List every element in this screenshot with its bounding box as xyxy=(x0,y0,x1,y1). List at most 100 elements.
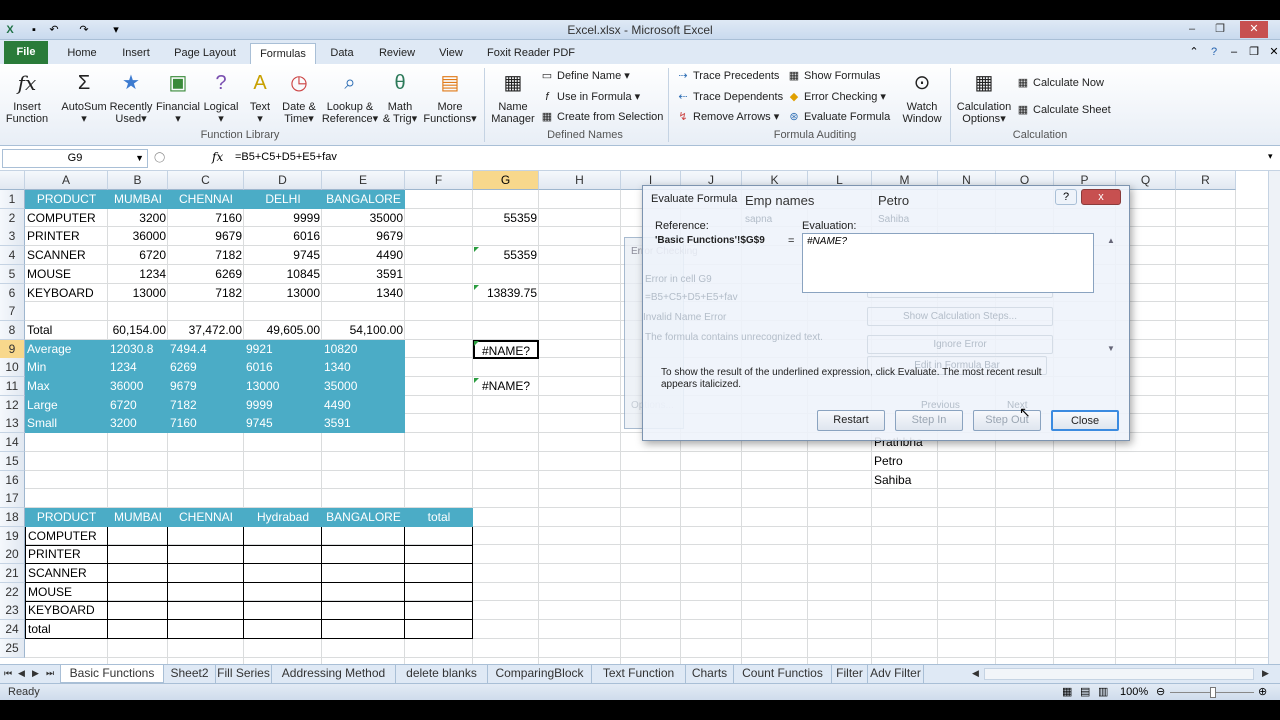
cell-g9-active[interactable]: #NAME? xyxy=(473,339,539,359)
zoom-slider-thumb[interactable] xyxy=(1210,687,1216,698)
table2-cell[interactable] xyxy=(405,620,473,640)
table1-data-cell[interactable]: 35000 xyxy=(322,209,405,228)
tab-insert[interactable]: Insert xyxy=(112,43,160,64)
dialog-close-x-button[interactable]: x xyxy=(1081,189,1121,205)
tab-scroll-right-icon[interactable]: ▶ xyxy=(1262,668,1269,679)
table2-cell[interactable] xyxy=(244,564,322,583)
first-sheet-icon[interactable]: ⏮ xyxy=(4,668,12,679)
table1-stat-cell[interactable]: 6269 xyxy=(168,358,244,378)
math-trig-button[interactable]: θ Math & Trig▾ xyxy=(380,68,420,125)
table1-data-cell[interactable]: KEYBOARD xyxy=(25,284,108,303)
zoom-in-icon[interactable]: ⊕ xyxy=(1258,685,1267,698)
table1-data-cell[interactable]: 7182 xyxy=(168,284,244,303)
table1-stat-cell[interactable]: 1234 xyxy=(108,358,168,378)
calculate-now-button[interactable]: ▦ Calculate Now xyxy=(1016,76,1104,90)
table2-cell[interactable] xyxy=(322,564,405,583)
page-layout-view-icon[interactable]: ▤ xyxy=(1080,685,1090,698)
table2-cell[interactable] xyxy=(322,545,405,565)
table1-stat-cell[interactable]: 36000 xyxy=(108,377,168,396)
column-header-f[interactable]: F xyxy=(405,171,473,190)
select-all-corner[interactable] xyxy=(0,171,25,190)
step-out-button[interactable]: Step Out xyxy=(973,410,1041,431)
cell-m15[interactable]: Petro xyxy=(872,452,938,471)
table2-cell[interactable] xyxy=(322,582,405,602)
table1-header-cell[interactable]: PRODUCT xyxy=(25,190,108,209)
table2-cell[interactable] xyxy=(108,545,168,565)
table1-stat-cell[interactable]: 7160 xyxy=(168,414,244,434)
name-box-dropdown-icon[interactable]: ▼ xyxy=(135,150,144,167)
restart-button[interactable]: Restart xyxy=(817,410,885,431)
table1-total-cell[interactable]: 54,100.00 xyxy=(322,321,405,340)
table1-total-cell[interactable]: 49,605.00 xyxy=(244,321,322,340)
table1-data-cell[interactable]: 3591 xyxy=(322,265,405,284)
more-functions-button[interactable]: ▤ More Functions▾ xyxy=(422,68,478,125)
formula-bar-drag-icon[interactable]: ◯ xyxy=(154,152,165,163)
formula-input[interactable]: =B5+C5+D5+E5+fav xyxy=(235,149,1265,168)
table1-stat-cell[interactable]: Large xyxy=(25,395,108,415)
restore-icon[interactable]: ❐ xyxy=(1206,21,1234,38)
evaluation-scroll-down-icon[interactable]: ▼ xyxy=(1107,344,1115,353)
calculate-sheet-button[interactable]: ▦ Calculate Sheet xyxy=(1016,103,1111,117)
row-header-5[interactable]: 5 xyxy=(0,264,25,284)
error-checking-button[interactable]: ◆ Error Checking ▾ xyxy=(787,90,886,104)
table1-stat-cell[interactable]: 9745 xyxy=(244,414,322,434)
sheet-tab-7[interactable]: Charts xyxy=(686,665,734,683)
table2-cell[interactable]: PRINTER xyxy=(25,545,108,565)
column-header-d[interactable]: D xyxy=(244,171,322,190)
table2-header-cell[interactable]: CHENNAI xyxy=(168,507,244,527)
table1-data-cell[interactable]: 3200 xyxy=(108,209,168,228)
window-close-icon[interactable]: ✕ xyxy=(1240,21,1268,38)
row-header-25[interactable]: 25 xyxy=(0,638,25,658)
table2-cell[interactable] xyxy=(405,526,473,546)
column-header-h[interactable]: H xyxy=(539,171,621,190)
table2-cell[interactable] xyxy=(322,620,405,640)
sheet-tab-0[interactable]: Basic Functions xyxy=(60,665,164,683)
column-header-b[interactable]: B xyxy=(108,171,168,190)
ribbon-minimize-icon[interactable]: ⌃ xyxy=(1186,44,1202,60)
row-header-2[interactable]: 2 xyxy=(0,208,25,228)
table2-cell[interactable] xyxy=(108,526,168,546)
tab-data[interactable]: Data xyxy=(322,43,362,64)
table2-header-cell[interactable]: total xyxy=(405,507,473,527)
table1-total-cell[interactable]: 60,154.00 xyxy=(108,321,168,340)
row-header-20[interactable]: 20 xyxy=(0,545,25,565)
table2-cell[interactable] xyxy=(405,601,473,621)
table1-data-cell[interactable]: SCANNER xyxy=(25,246,108,265)
table1-total-cell[interactable]: 37,472.00 xyxy=(168,321,244,340)
row-header-1[interactable]: 1 xyxy=(0,190,25,209)
table1-stat-cell[interactable]: 13000 xyxy=(244,377,322,396)
table1-stat-cell[interactable]: 10820 xyxy=(322,339,405,359)
row-header-12[interactable]: 12 xyxy=(0,395,25,415)
table1-stat-cell[interactable]: 6016 xyxy=(244,358,322,378)
trace-dependents-button[interactable]: ⇠ Trace Dependents xyxy=(676,90,783,104)
cell-g4[interactable]: 55359 xyxy=(473,246,539,265)
financial-button[interactable]: ▣ Financial ▾ xyxy=(154,68,202,125)
column-header-g[interactable]: G xyxy=(473,171,539,190)
table2-cell[interactable] xyxy=(108,582,168,602)
sheet-tab-4[interactable]: delete blanks xyxy=(396,665,488,683)
tab-formulas[interactable]: Formulas xyxy=(250,43,316,64)
row-header-13[interactable]: 13 xyxy=(0,414,25,434)
tab-home[interactable]: Home xyxy=(58,43,106,64)
table2-cell[interactable] xyxy=(405,582,473,602)
row-header-19[interactable]: 19 xyxy=(0,526,25,546)
table1-header-cell[interactable]: CHENNAI xyxy=(168,190,244,209)
table1-header-cell[interactable]: BANGALORE xyxy=(322,190,405,209)
table2-header-cell[interactable]: MUMBAI xyxy=(108,507,168,527)
row-header-4[interactable]: 4 xyxy=(0,246,25,266)
cell-m16[interactable]: Sahiba xyxy=(872,471,938,490)
date-time-button[interactable]: ◷ Date & Time▾ xyxy=(278,68,320,125)
table1-data-cell[interactable]: 6016 xyxy=(244,227,322,246)
table2-cell[interactable] xyxy=(244,620,322,640)
table1-stat-cell[interactable]: 12030.8 xyxy=(108,339,168,359)
watch-window-button[interactable]: ⊙ Watch Window xyxy=(898,68,946,125)
row-header-24[interactable]: 24 xyxy=(0,620,25,640)
table1-stat-cell[interactable]: Average xyxy=(25,339,108,359)
cell-g11[interactable]: #NAME? xyxy=(473,377,539,396)
table2-cell[interactable] xyxy=(168,564,244,583)
table2-cell[interactable] xyxy=(322,526,405,546)
minimize-icon[interactable]: – xyxy=(1178,21,1206,38)
row-header-22[interactable]: 22 xyxy=(0,582,25,602)
table2-header-cell[interactable]: PRODUCT xyxy=(25,507,108,527)
sheet-tab-3[interactable]: Addressing Method xyxy=(272,665,396,683)
